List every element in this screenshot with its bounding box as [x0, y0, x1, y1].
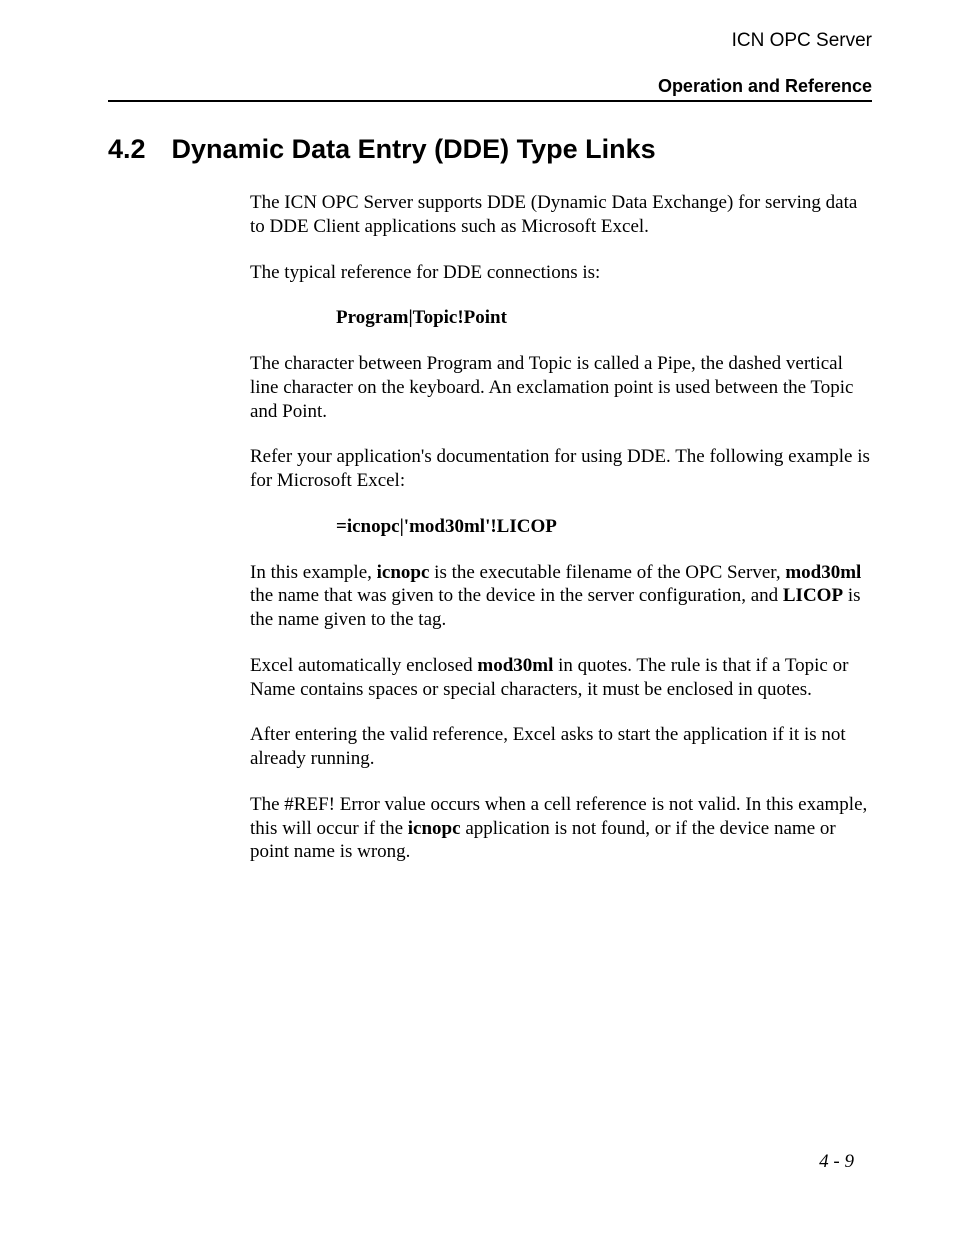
text-run: In this example,	[250, 562, 377, 583]
text-run: Excel automatically enclosed	[250, 655, 477, 676]
document-page: ICN OPC Server Operation and Reference 4…	[0, 0, 954, 1235]
section-title: Dynamic Data Entry (DDE) Type Links	[172, 134, 656, 165]
bold-term: icnopc	[408, 818, 461, 839]
paragraph: In this example, icnopc is the executabl…	[250, 561, 872, 632]
paragraph: Excel automatically enclosed mod30ml in …	[250, 654, 872, 702]
paragraph: The typical reference for DDE connection…	[250, 261, 872, 285]
bold-term: LICOP	[783, 585, 843, 606]
paragraph: Refer your application's documentation f…	[250, 445, 872, 493]
bold-term: mod30ml	[477, 655, 553, 676]
bold-term: icnopc	[377, 562, 430, 583]
paragraph: The ICN OPC Server supports DDE (Dynamic…	[250, 191, 872, 239]
code-reference: =icnopc|'mod30ml'!LICOP	[336, 515, 872, 539]
chapter-title: Operation and Reference	[108, 76, 872, 97]
paragraph: The #REF! Error value occurs when a cell…	[250, 793, 872, 864]
body-content: The ICN OPC Server supports DDE (Dynamic…	[250, 191, 872, 864]
page-number: 4 - 9	[819, 1151, 854, 1173]
section-heading: 4.2 Dynamic Data Entry (DDE) Type Links	[108, 134, 872, 165]
chapter-header-bar: Operation and Reference	[108, 76, 872, 102]
code-reference: Program|Topic!Point	[336, 306, 872, 330]
text-run: is the executable filename of the OPC Se…	[429, 562, 785, 583]
document-title: ICN OPC Server	[108, 30, 872, 52]
paragraph: The character between Program and Topic …	[250, 352, 872, 423]
bold-term: mod30ml	[785, 562, 861, 583]
text-run: the name that was given to the device in…	[250, 585, 783, 606]
section-number: 4.2	[108, 134, 146, 165]
paragraph: After entering the valid reference, Exce…	[250, 723, 872, 771]
